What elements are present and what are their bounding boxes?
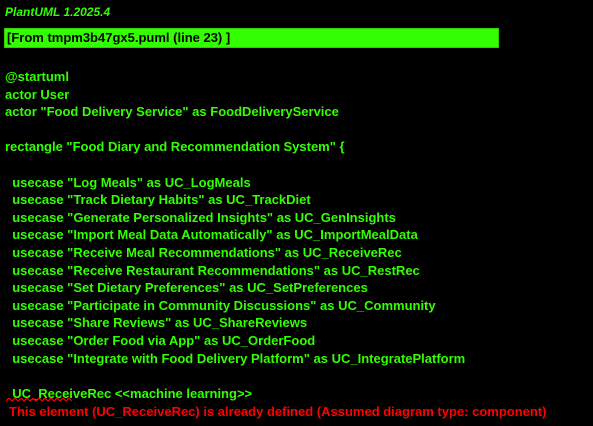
error-message: This element (UC_ReceiveRec) is already … <box>9 404 547 419</box>
code-line: usecase "Track Dietary Habits" as UC_Tra… <box>5 192 311 208</box>
code-line: @startuml <box>5 69 69 84</box>
code-line: actor "Food Delivery Service" as FoodDel… <box>5 104 339 120</box>
code-line: usecase "Share Reviews" as UC_ShareRevie… <box>5 315 308 331</box>
code-line: usecase "Order Food via App" as UC_Order… <box>5 332 316 348</box>
code-line: actor User <box>5 86 70 102</box>
code-line: usecase "Import Meal Data Automatically"… <box>5 227 418 243</box>
code-line: usecase "Participate in Community Discus… <box>5 297 436 313</box>
code-line: usecase "Log Meals" as UC_LogMeals <box>5 174 251 190</box>
code-line: usecase "Generate Personalized Insights"… <box>5 209 396 225</box>
code-line: rectangle "Food Diary and Recommendation… <box>5 139 345 155</box>
code-line: usecase "Receive Meal Recommendations" a… <box>5 244 402 260</box>
version-label: PlantUML 1.2025.4 <box>5 5 111 19</box>
code-listing: @startuml actor User actor "Food Deliver… <box>5 68 465 367</box>
code-line: usecase "Set Dietary Preferences" as UC_… <box>5 280 368 296</box>
source-reference-bar: [From tmpm3b47gx5.puml (line 23) ] <box>4 28 499 48</box>
code-line: usecase "Receive Restaurant Recommendati… <box>5 262 420 278</box>
code-line: usecase "Integrate with Food Delivery Pl… <box>5 350 466 366</box>
